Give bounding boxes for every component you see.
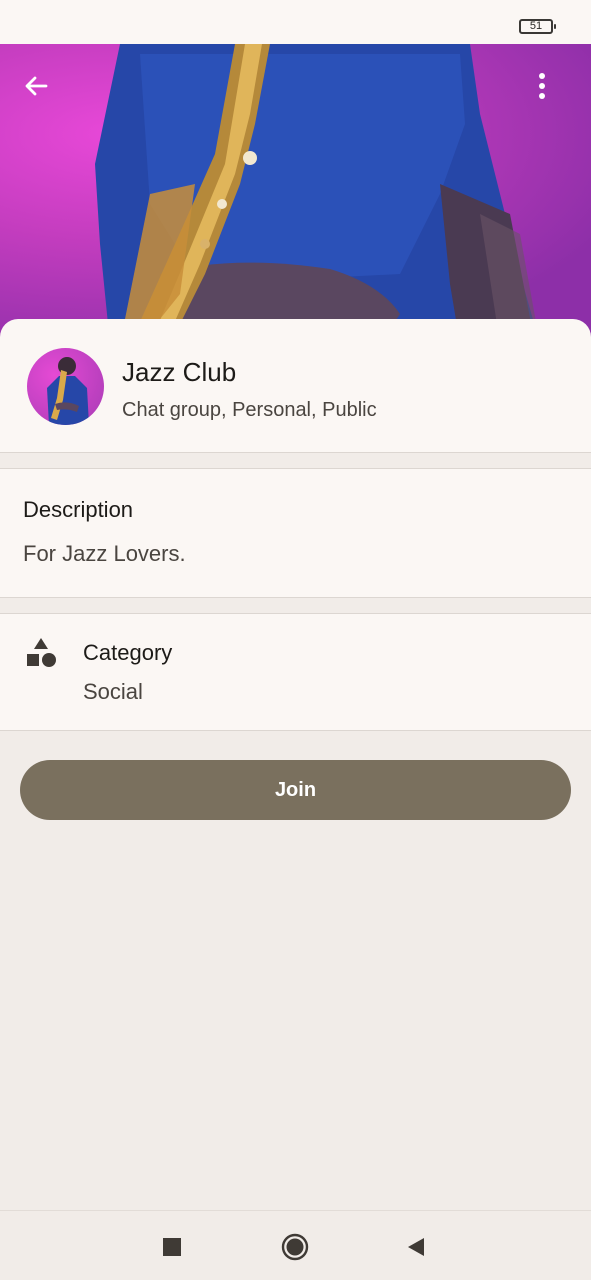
cover-image	[0, 44, 591, 344]
category-label: Category	[83, 640, 173, 665]
more-vert-icon	[539, 73, 545, 99]
more-options-button[interactable]	[537, 72, 577, 112]
back-nav-button[interactable]	[400, 1231, 432, 1263]
avatar-image	[47, 357, 89, 425]
square-icon	[163, 1238, 181, 1256]
category-value: Social	[83, 679, 143, 704]
system-nav-bar	[0, 1210, 591, 1280]
category-shapes-icon	[27, 638, 56, 667]
circle-icon	[281, 1233, 309, 1261]
group-title: Jazz Club	[122, 357, 237, 387]
home-button[interactable]	[279, 1231, 311, 1263]
status-bar: 51	[0, 0, 591, 44]
join-button[interactable]: Join	[20, 760, 571, 820]
description-label: Description	[23, 497, 134, 522]
group-subtitle: Chat group, Personal, Public	[122, 399, 377, 421]
back-button[interactable]	[22, 72, 62, 112]
triangle-back-icon	[408, 1238, 424, 1256]
description-value: For Jazz Lovers.	[23, 541, 186, 566]
recents-button[interactable]	[156, 1231, 188, 1263]
category-card	[0, 613, 591, 731]
battery-level: 51	[529, 20, 543, 32]
arrow-left-icon	[25, 76, 48, 96]
battery-icon: 51	[519, 19, 556, 34]
description-card	[0, 468, 591, 598]
saxophone-player-illustration	[95, 44, 540, 344]
group-avatar	[27, 348, 104, 425]
